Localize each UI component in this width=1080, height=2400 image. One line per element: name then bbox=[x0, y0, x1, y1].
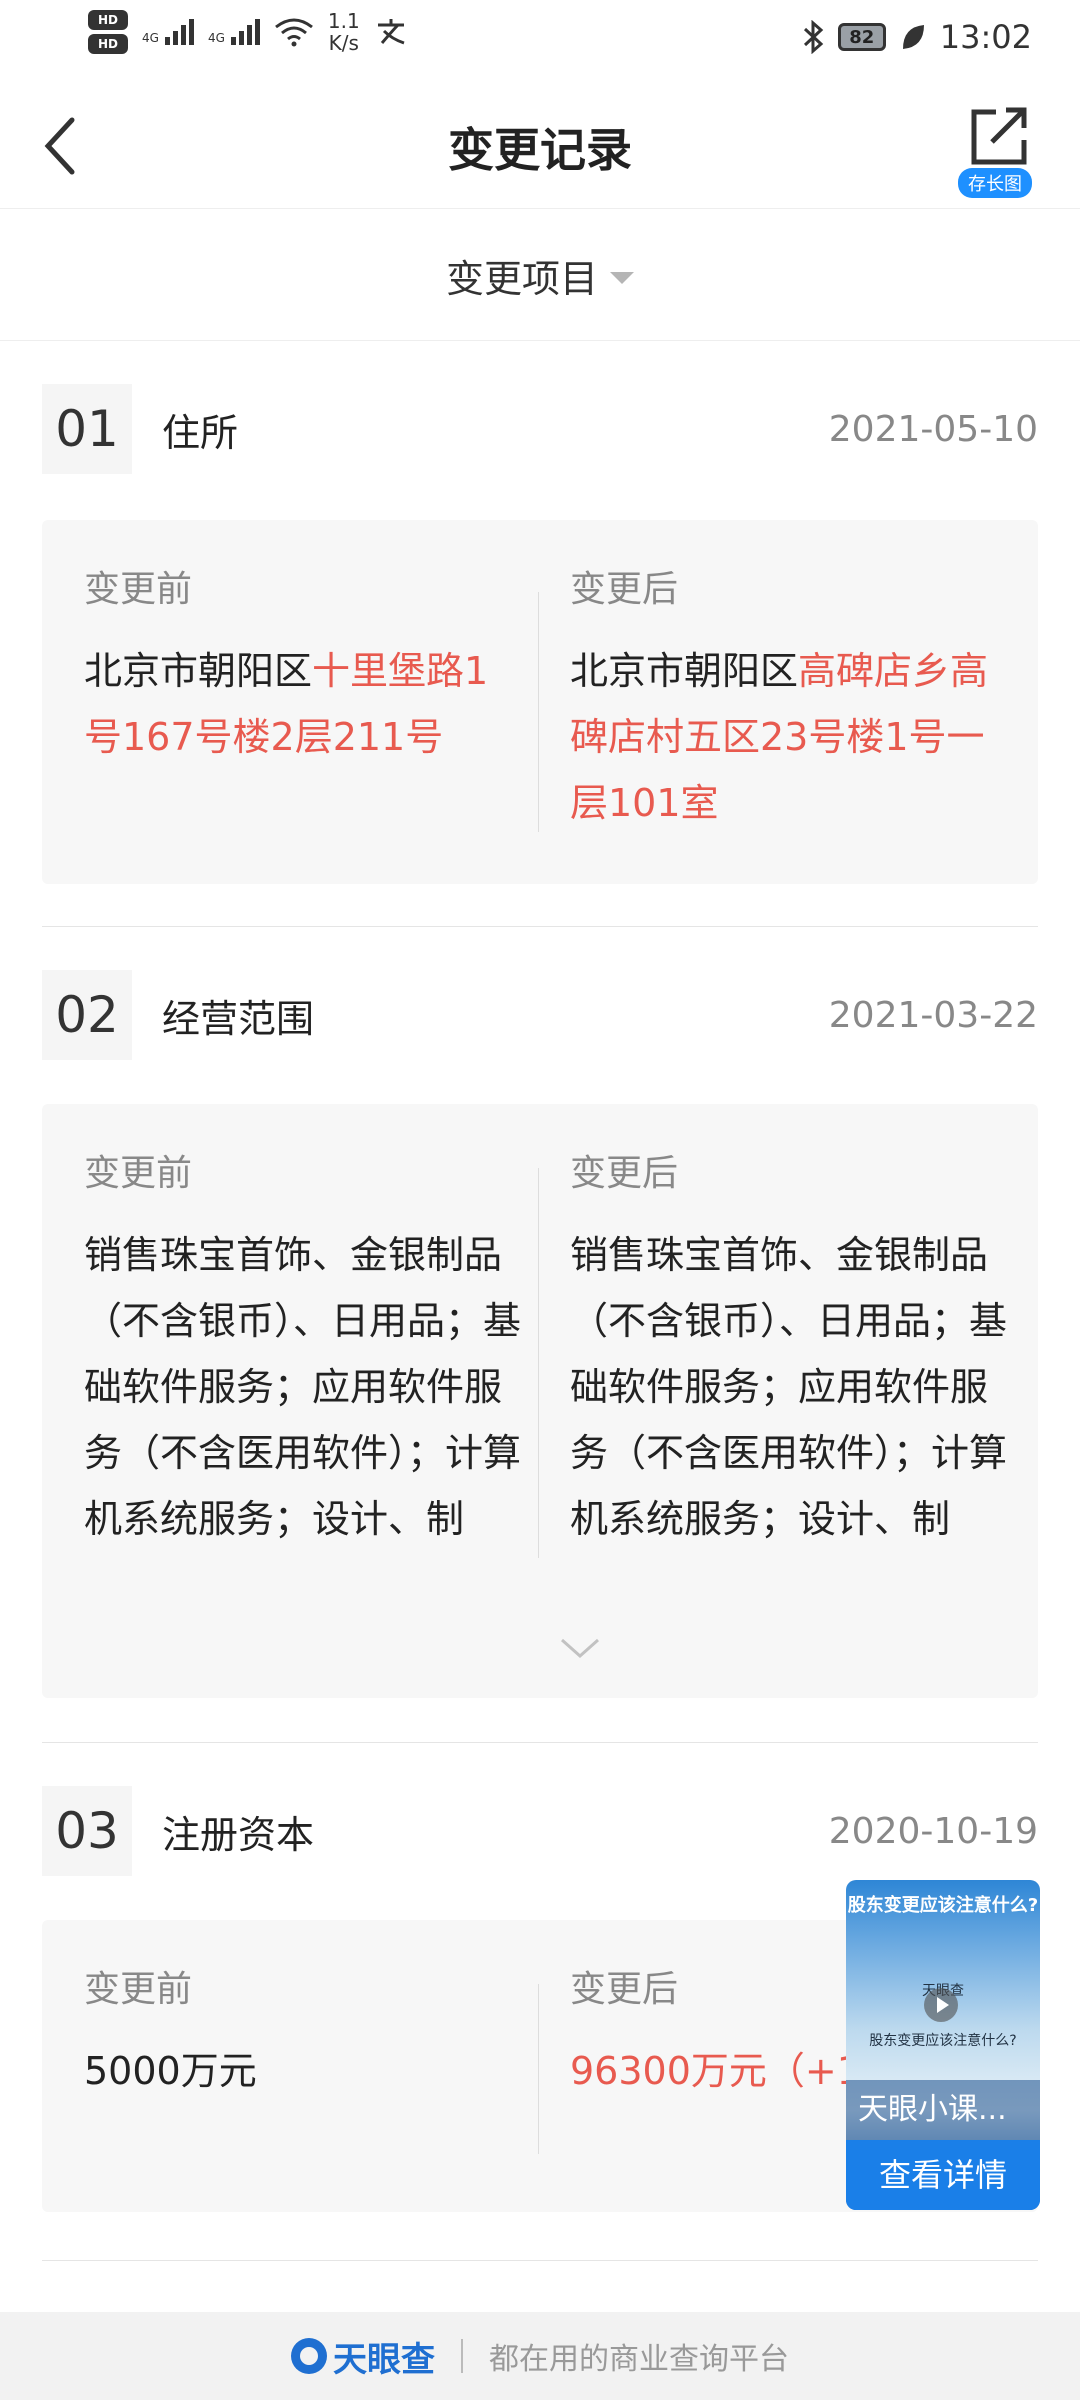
save-long-image-button[interactable]: 存长图 bbox=[958, 100, 1044, 198]
clock: 13:02 bbox=[939, 18, 1032, 56]
change-item-filter[interactable]: 变更项目 bbox=[0, 210, 1080, 341]
leaf-icon bbox=[902, 25, 924, 49]
record-title: 经营范围 bbox=[162, 996, 315, 1041]
record-index: 02 bbox=[42, 970, 132, 1060]
before-label: 变更前 bbox=[84, 1969, 193, 2010]
signal2-icon: 4G bbox=[208, 19, 260, 45]
signal-icon: 4G bbox=[142, 19, 194, 45]
after-value: 销售珠宝首饰、金银制品（不含银币）、日用品；基础软件服务；应用软件服务（不含医用… bbox=[570, 1233, 1008, 1541]
record-date: 2021-03-22 bbox=[828, 994, 1038, 1036]
before-value: 销售珠宝首饰、金银制品（不含银币）、日用品；基础软件服务；应用软件服务（不含医用… bbox=[84, 1233, 522, 1541]
video-inner-caption: 股东变更应该注意什么? bbox=[869, 2033, 1017, 2049]
expand-chevron-icon[interactable] bbox=[560, 1636, 600, 1660]
page-title: 变更记录 bbox=[448, 123, 632, 177]
record-header: 03 注册资本 2020-10-19 bbox=[42, 1786, 1038, 1876]
before-value: 5000万元 bbox=[84, 2049, 257, 2093]
column-divider bbox=[538, 1168, 539, 1558]
column-divider bbox=[538, 592, 539, 832]
speed-unit: K/s bbox=[328, 31, 359, 55]
brand-name: 天眼查 bbox=[333, 2339, 435, 2380]
before-value: 北京市朝阳区十里堡路1号167号楼2层211号 bbox=[84, 638, 524, 770]
battery-indicator: 82 bbox=[837, 23, 886, 51]
record-index: 03 bbox=[42, 1786, 132, 1876]
filter-label: 变更项目 bbox=[445, 256, 598, 301]
before-plain-text: 北京市朝阳区 bbox=[84, 649, 313, 693]
record-index: 01 bbox=[42, 384, 132, 474]
navigation-bar: 变更记录 存长图 bbox=[0, 80, 1080, 209]
network-speed: 1.1 K/s bbox=[328, 10, 360, 54]
record-separator bbox=[42, 1742, 1038, 1743]
record-header: 02 经营范围 2021-03-22 bbox=[42, 970, 1038, 1060]
tianyancha-logo-icon bbox=[291, 2338, 327, 2374]
before-label: 变更前 bbox=[84, 1153, 193, 1194]
wifi-icon bbox=[274, 18, 313, 47]
after-label: 变更后 bbox=[570, 1969, 679, 2010]
column-divider bbox=[538, 1984, 539, 2154]
save-long-image-label: 存长图 bbox=[958, 168, 1032, 198]
play-icon[interactable] bbox=[924, 1988, 958, 2022]
floating-video-widget[interactable]: 股东变更应该注意什么? 天眼查 股东变更应该注意什么? 天眼小课... 查看详情 bbox=[846, 1880, 1040, 2210]
view-details-button[interactable]: 查看详情 bbox=[846, 2140, 1040, 2210]
signal2-label: 4G bbox=[207, 31, 225, 45]
footer-slogan: 都在用的商业查询平台 bbox=[489, 2342, 789, 2377]
record-separator bbox=[42, 2260, 1038, 2261]
alipay-notification-icon bbox=[377, 19, 405, 45]
status-bar: HD HD 4G 4G 1.1 K/s 82 13:02 bbox=[0, 0, 1080, 80]
after-label: 变更后 bbox=[570, 569, 679, 610]
after-plain-text: 北京市朝阳区 bbox=[570, 649, 799, 693]
record-title: 住所 bbox=[162, 410, 239, 455]
after-label: 变更后 bbox=[570, 1153, 679, 1194]
change-card: 变更前 销售珠宝首饰、金银制品（不含银币）、日用品；基础软件服务；应用软件服务（… bbox=[42, 1104, 1038, 1698]
after-value: 北京市朝阳区高碑店乡高碑店村五区23号楼1号一层101室 bbox=[570, 638, 1010, 836]
video-question: 股东变更应该注意什么? bbox=[847, 1895, 1039, 1916]
hd2-badge: HD bbox=[88, 34, 128, 54]
hd-indicator: HD HD bbox=[88, 10, 128, 54]
record-header: 01 住所 2021-05-10 bbox=[42, 384, 1038, 474]
video-name: 天眼小课... bbox=[846, 2080, 1040, 2140]
bluetooth-icon bbox=[803, 20, 824, 54]
share-icon bbox=[971, 107, 1027, 165]
brand-logo: 天眼查 bbox=[291, 2332, 435, 2381]
dropdown-caret-icon bbox=[610, 272, 634, 284]
signal1-label: 4G bbox=[142, 31, 159, 45]
before-label: 变更前 bbox=[84, 569, 193, 610]
record-separator bbox=[42, 926, 1038, 927]
footer-banner: 天眼查 都在用的商业查询平台 bbox=[0, 2312, 1080, 2400]
change-card: 变更前 北京市朝阳区十里堡路1号167号楼2层211号 变更后 北京市朝阳区高碑… bbox=[42, 520, 1038, 884]
record-date: 2020-10-19 bbox=[828, 1810, 1038, 1852]
record-date: 2021-05-10 bbox=[828, 408, 1038, 450]
record-title: 注册资本 bbox=[162, 1812, 315, 1857]
speed-value: 1.1 bbox=[327, 9, 360, 33]
hd1-badge: HD bbox=[88, 10, 128, 30]
footer-divider bbox=[461, 2339, 463, 2373]
